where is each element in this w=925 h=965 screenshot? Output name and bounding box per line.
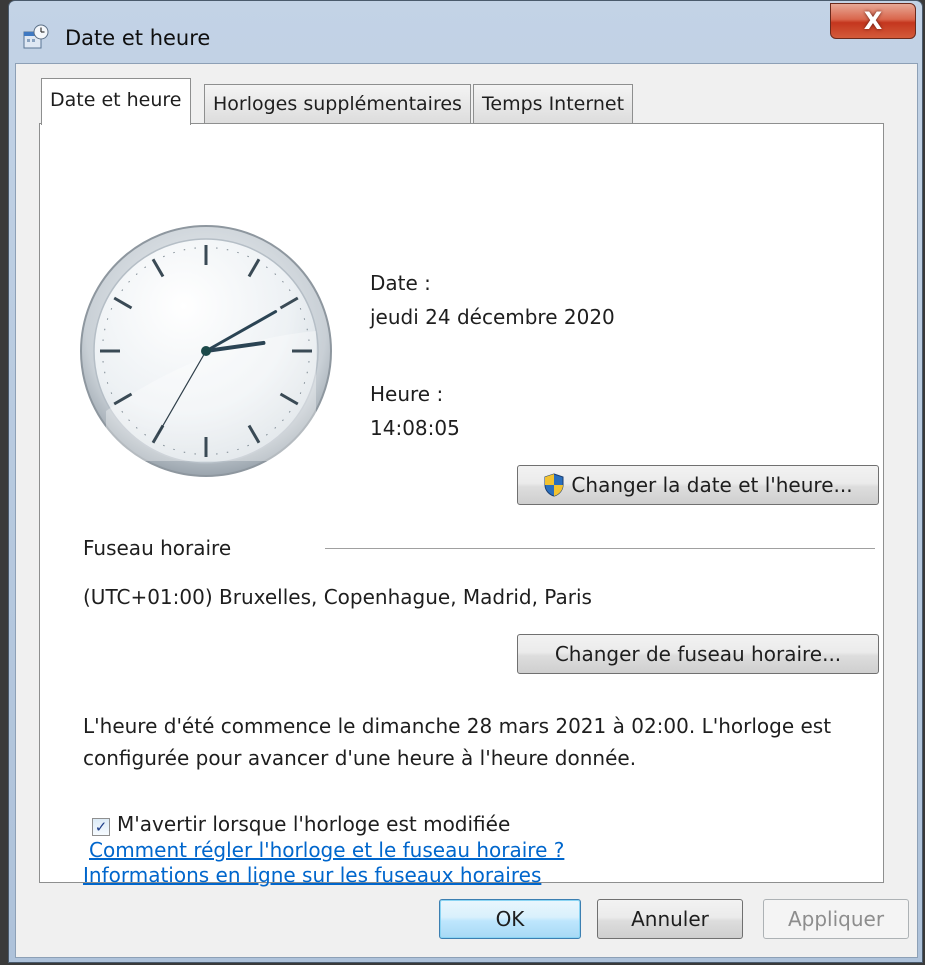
dst-info-line1: L'heure d'été commence le dimanche 28 ma… — [83, 714, 832, 738]
checkmark-icon: ✓ — [94, 817, 108, 836]
notify-checkbox[interactable]: ✓ — [92, 818, 110, 836]
cancel-label: Annuler — [631, 907, 709, 931]
change-date-time-label: Changer la date et l'heure... — [571, 473, 853, 497]
change-timezone-button[interactable]: Changer de fuseau horaire... — [517, 634, 879, 674]
timezone-section-label: Fuseau horaire — [83, 536, 232, 560]
ok-label: OK — [495, 907, 525, 931]
change-timezone-label: Changer de fuseau horaire... — [554, 642, 842, 666]
apply-label: Appliquer — [787, 907, 885, 931]
close-button[interactable]: X — [830, 3, 916, 39]
title-bar[interactable]: Date et heure X — [9, 1, 922, 63]
dialog-body: Date et heure Horloges supplémentaires T… — [15, 63, 918, 958]
close-icon: X — [863, 7, 883, 35]
date-time-dialog: Date et heure X Date et heure Horloges s… — [8, 0, 923, 963]
notify-label[interactable]: M'avertir lorsque l'horloge est modifiée — [117, 812, 510, 836]
timezone-value: (UTC+01:00) Bruxelles, Copenhague, Madri… — [83, 585, 592, 609]
tab-horloges-supplementaires[interactable]: Horloges supplémentaires — [204, 84, 471, 124]
timezone-divider — [325, 548, 875, 549]
analog-clock — [80, 225, 332, 477]
ok-button[interactable]: OK — [439, 899, 581, 939]
dst-info-line2: configurée pour avancer d'une heure à l'… — [83, 746, 637, 770]
timezone-info-link[interactable]: Informations en ligne sur les fuseaux ho… — [83, 863, 541, 887]
apply-button: Appliquer — [763, 899, 909, 939]
time-value: 14:08:05 — [370, 416, 460, 440]
date-label: Date : — [370, 271, 431, 295]
tab-date-et-heure[interactable]: Date et heure — [41, 78, 191, 125]
cancel-button[interactable]: Annuler — [597, 899, 743, 939]
date-value: jeudi 24 décembre 2020 — [370, 305, 615, 329]
uac-shield-icon — [544, 473, 564, 497]
date-time-app-icon — [23, 24, 49, 49]
tab-temps-internet[interactable]: Temps Internet — [473, 84, 634, 124]
time-label: Heure : — [370, 382, 444, 406]
howto-link[interactable]: Comment régler l'horloge et le fuseau ho… — [89, 838, 564, 862]
tab-panel: Date : jeudi 24 décembre 2020 Heure : 14… — [39, 123, 884, 887]
window-title: Date et heure — [65, 26, 211, 50]
change-date-time-button[interactable]: Changer la date et l'heure... — [517, 465, 879, 505]
